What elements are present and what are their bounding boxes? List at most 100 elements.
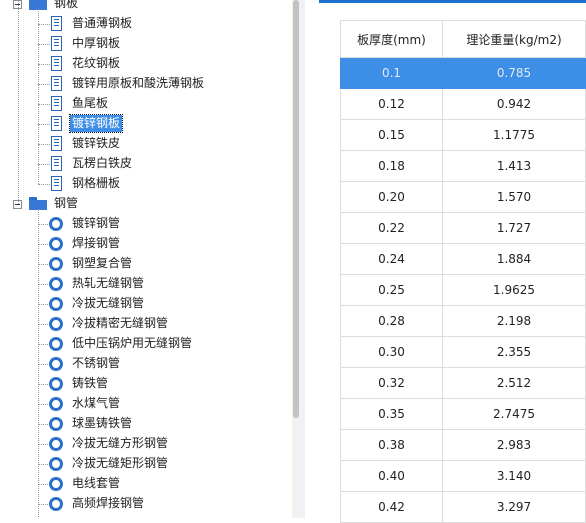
tree-item-label[interactable]: 铸铁管 [70,375,110,392]
column-header-weight[interactable]: 理论重量(kg/m2) [442,20,586,58]
weight-table: 板厚度(mm) 理论重量(kg/m2) 0.1 0.785 0.12 0.942 0.1… [340,20,586,523]
tree-item-label[interactable]: 热轧无缝钢管 [70,275,146,292]
weight-cell: 1.9625 [442,274,586,306]
weight-cell: 1.884 [442,243,586,275]
weight-cell: 2.198 [442,305,586,337]
tree-connector [38,104,50,105]
thickness-cell: 0.15 [340,119,443,151]
pipe-ring-icon [49,357,63,371]
tree-item-label[interactable]: 普通薄钢板 [70,15,134,32]
document-icon [51,116,62,131]
table-row[interactable]: 0.40 3.140 [340,460,586,492]
thickness-cell: 0.18 [340,150,443,182]
document-icon [51,76,62,91]
tree-item-label[interactable]: 水煤气管 [70,395,122,412]
document-icon [51,36,62,51]
document-icon [51,136,62,151]
tree-item-label[interactable]: 中厚钢板 [70,35,122,52]
tree-item-label[interactable]: 钢塑复合管 [70,255,134,272]
pipe-ring-icon [49,237,63,251]
document-icon [51,96,62,111]
tree-item-label[interactable]: 冷拔无缝矩形钢管 [70,455,170,472]
weight-cell: 0.785 [442,57,586,89]
pipe-ring-icon [49,477,63,491]
table-row[interactable]: 0.15 1.1775 [340,119,586,151]
pipe-ring-icon [49,217,63,231]
tree-item-label[interactable]: 镀锌用原板和酸洗薄钢板 [70,75,206,92]
pipe-ring-icon [49,437,63,451]
tree-connector [38,209,39,518]
tree-item-label[interactable]: 冷拔精密无缝钢管 [70,315,170,332]
tree-connector [38,124,50,125]
tree-item-selected[interactable]: 镀锌钢板 [68,114,124,133]
document-icon [51,156,62,171]
weight-cell: 2.7475 [442,398,586,430]
pipe-ring-icon [49,277,63,291]
weight-cell: 1.413 [442,150,586,182]
tree-connector [38,84,50,85]
tree-connector [38,184,50,185]
thickness-cell: 0.22 [340,212,443,244]
category-tree: 钢板普通薄钢板中厚钢板花纹钢板镀锌用原板和酸洗薄钢板 鱼尾板镀锌钢板镀锌铁皮瓦楞白… [0,0,292,518]
table-row[interactable]: 0.28 2.198 [340,305,586,337]
thickness-cell: 0.25 [340,274,443,306]
document-icon [51,16,62,31]
tree-item-label[interactable]: 冷拔无缝方形钢管 [70,435,170,452]
document-icon [51,176,62,191]
tree-item-label[interactable]: 花纹钢板 [70,55,122,72]
tree-item-label[interactable]: 镀锌铁皮 [70,135,122,152]
pipe-ring-icon [49,397,63,411]
tree-connector [38,44,50,45]
thickness-cell: 0.12 [340,88,443,120]
weight-cell: 2.355 [442,336,586,368]
table-row[interactable]: 0.25 1.9625 [340,274,586,306]
column-header-thickness[interactable]: 板厚度(mm) [340,20,443,58]
weight-cell: 0.942 [442,88,586,120]
table-row[interactable]: 0.24 1.884 [340,243,586,275]
weight-cell: 1.727 [442,212,586,244]
tree-connector [38,9,39,184]
thickness-cell: 0.30 [340,336,443,368]
thickness-cell: 0.32 [340,367,443,399]
table-row[interactable]: 0.32 2.512 [340,367,586,399]
table-row[interactable]: 0.30 2.355 [340,336,586,368]
pipe-ring-icon [49,417,63,431]
weight-cell: 1.570 [442,181,586,213]
table-header-row: 板厚度(mm) 理论重量(kg/m2) [340,20,586,58]
tree-item-label[interactable]: 鱼尾板 [70,95,110,112]
detail-panel: 板厚度(mm) 理论重量(kg/m2) 0.1 0.785 0.12 0.942 0.1… [305,0,586,523]
pipe-ring-icon [49,257,63,271]
thickness-cell: 0.40 [340,460,443,492]
tree-connector [18,0,19,204]
table-row[interactable]: 0.22 1.727 [340,212,586,244]
tree-item-label[interactable]: 低中压锅炉用无缝钢管 [70,335,194,352]
tree-category-plate[interactable]: 钢板 [52,0,80,12]
pipe-ring-icon [49,497,63,511]
table-row[interactable]: 0.38 2.983 [340,429,586,461]
pipe-ring-icon [49,317,63,331]
tree-category-pipe[interactable]: 钢管 [52,195,80,212]
tree-item-label[interactable]: 冷拔无缝钢管 [70,295,146,312]
table-row[interactable]: 0.35 2.7475 [340,398,586,430]
tree-connector [38,64,50,65]
table-row[interactable]: 0.20 1.570 [340,181,586,213]
tree-item-label[interactable]: 镀锌钢管 [70,215,122,232]
tree-item-label[interactable]: 电线套管 [70,475,122,492]
thickness-cell: 0.1 [340,57,443,89]
table-row[interactable]: 0.12 0.942 [340,88,586,120]
table-row[interactable]: 0.18 1.413 [340,150,586,182]
tree-item-label[interactable]: 高频焊接钢管 [70,495,146,512]
weight-cell: 2.512 [442,367,586,399]
tree-item-label[interactable]: 焊接钢管 [70,235,122,252]
document-icon [51,56,62,71]
tree-scrollbar-thumb[interactable] [293,0,299,418]
tree-item-label[interactable]: 球墨铸铁管 [70,415,134,432]
thickness-cell: 0.38 [340,429,443,461]
tree-item-label[interactable]: 不锈钢管 [70,355,122,372]
tree-connector [38,164,50,165]
tree-scrollbar[interactable] [292,0,300,518]
table-row[interactable]: 0.1 0.785 [340,57,586,89]
thickness-cell: 0.35 [340,398,443,430]
tree-item-label[interactable]: 瓦楞白铁皮 [70,155,134,172]
tree-item-label[interactable]: 钢格栅板 [70,175,122,192]
